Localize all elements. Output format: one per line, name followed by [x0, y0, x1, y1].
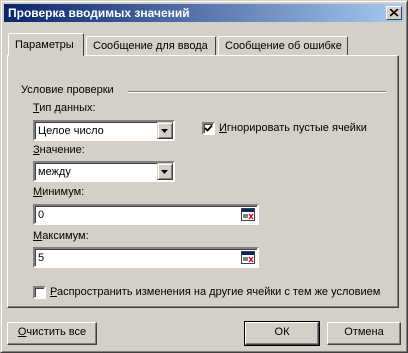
apply-to-all-label[interactable]: Распространить изменения на другие ячейк…: [50, 286, 380, 298]
chevron-down-icon: [161, 129, 168, 133]
maximum-value: 5: [38, 252, 45, 264]
tab-input-message-label: Сообщение для ввода: [93, 40, 208, 52]
cancel-label: Отмена: [344, 326, 384, 338]
settings-panel: Условие проверки Тип данных: Целое число…: [7, 55, 399, 308]
tab-parameters[interactable]: Параметры: [8, 33, 84, 56]
minimum-value: 0: [38, 209, 45, 221]
apply-to-all-checkbox[interactable]: [33, 286, 46, 299]
collapse-dialog-icon[interactable]: [241, 208, 255, 221]
window-title: Проверка вводимых значений: [8, 6, 190, 20]
maximum-label: Максимум:: [33, 230, 89, 242]
data-type-label: Тип данных:: [33, 102, 96, 114]
tab-error-alert[interactable]: Сообщение об ошибке: [218, 36, 348, 56]
ignore-blank-label[interactable]: Игнорировать пустые ячейки: [219, 122, 367, 134]
data-type-select[interactable]: Целое число: [33, 120, 175, 141]
data-validation-dialog: Проверка вводимых значений Параметры Соо…: [0, 0, 408, 353]
data-type-dropdown-button[interactable]: [157, 122, 173, 139]
check-icon: [204, 124, 213, 132]
tab-parameters-label: Параметры: [15, 39, 74, 51]
close-button[interactable]: [386, 6, 402, 20]
validation-criteria-heading: Условие проверки: [21, 84, 114, 96]
data-value-label: Значение:: [33, 144, 85, 156]
tab-error-alert-label: Сообщение об ошибке: [225, 40, 342, 52]
tab-input-message[interactable]: Сообщение для ввода: [86, 36, 216, 56]
title-bar[interactable]: Проверка вводимых значений: [4, 4, 404, 22]
data-value-select[interactable]: между: [33, 161, 175, 182]
ok-button[interactable]: ОК: [244, 321, 320, 346]
maximum-input[interactable]: 5: [33, 247, 259, 268]
data-type-value: Целое число: [38, 125, 104, 137]
clear-all-button[interactable]: Очистить все: [7, 322, 97, 345]
minimum-input[interactable]: 0: [33, 204, 259, 225]
ok-label: ОК: [274, 326, 290, 338]
close-icon: [390, 9, 399, 17]
cancel-button[interactable]: Отмена: [327, 322, 401, 345]
clear-all-label: чистить все: [26, 326, 87, 338]
collapse-dialog-icon[interactable]: [241, 251, 255, 264]
data-value-value: между: [38, 166, 71, 178]
group-divider: [128, 91, 386, 93]
minimum-label: Минимум:: [33, 186, 85, 198]
ignore-blank-checkbox[interactable]: [202, 122, 215, 135]
data-value-dropdown-button[interactable]: [157, 163, 173, 180]
chevron-down-icon: [161, 170, 168, 174]
